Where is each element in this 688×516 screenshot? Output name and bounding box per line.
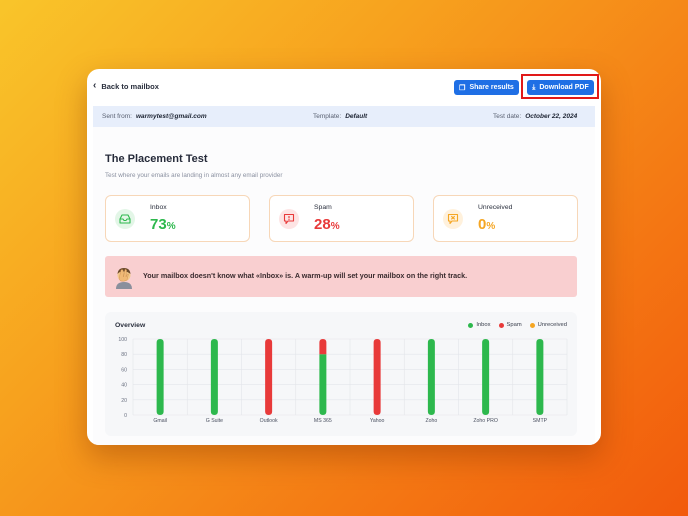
x-tick-label: Yahoo — [370, 418, 385, 424]
test-date: Test date: October 22, 2024 — [493, 113, 578, 120]
y-tick-label: 20 — [121, 398, 127, 404]
x-tick-label: Zoho — [425, 418, 437, 424]
bar-spam-ms-365 — [319, 339, 327, 355]
bar-inbox-smtp — [536, 339, 544, 415]
inbox-label: Inbox — [150, 204, 167, 211]
bar-inbox-zoho-pro — [482, 339, 490, 415]
unreceived-stat-card: Unreceived 0% — [433, 195, 578, 242]
download-icon: ⤓ — [532, 83, 536, 91]
alert-message: Your mailbox doesn't know what «Inbox» i… — [143, 271, 468, 280]
x-tick-label: Outlook — [260, 418, 278, 424]
unreceived-x-icon — [443, 209, 463, 229]
warmup-alert: Your mailbox doesn't know what «Inbox» i… — [105, 256, 577, 297]
download-label: Download PDF — [539, 84, 589, 91]
results-window: ‹ Back to mailbox ❐ Share results ⤓ Down… — [87, 69, 601, 445]
bar-spam-outlook — [265, 339, 273, 415]
share-results-button[interactable]: ❐ Share results — [454, 80, 519, 95]
main-content: The Placement Test Test where your email… — [93, 127, 595, 445]
page-subtitle: Test where your emails are landing in al… — [105, 172, 283, 179]
spam-stat-card: Spam 28% — [269, 195, 414, 242]
y-tick-label: 40 — [121, 383, 127, 389]
back-label: Back to mailbox — [101, 81, 159, 91]
x-tick-label: G Suite — [206, 418, 223, 424]
legend-inbox: Inbox — [468, 322, 491, 328]
spam-value: 28% — [314, 216, 340, 233]
sent-from-value: warmytest@gmail.com — [135, 113, 207, 120]
bar-inbox-gmail — [156, 339, 164, 415]
bar-inbox-zoho — [427, 339, 435, 415]
inbox-value: 73% — [150, 216, 176, 233]
x-tick-label: MS 365 — [314, 418, 332, 424]
inbox-tray-icon — [115, 209, 135, 229]
unreceived-label: Unreceived — [478, 204, 513, 211]
share-label: Share results — [469, 84, 514, 91]
overview-chart-svg: 0 20 40 60 80 100 Gmail G Suite Outlook MS 365 Yah… — [118, 337, 568, 424]
template: Template: Default — [313, 113, 368, 120]
bar-inbox-ms-365 — [319, 354, 327, 415]
chevron-left-icon: ‹ — [93, 80, 97, 91]
page-title: The Placement Test — [105, 153, 208, 165]
x-tick-label: Zoho PRO — [473, 418, 498, 424]
y-tick-label: 60 — [121, 367, 127, 373]
bar-spam-yahoo — [373, 339, 381, 415]
chart-legend: Inbox Spam Unreceived — [460, 322, 567, 328]
spam-label: Spam — [314, 204, 332, 211]
y-tick-label: 80 — [121, 352, 127, 358]
test-date-value: October 22, 2024 — [525, 113, 578, 120]
y-tick-label: 100 — [118, 337, 127, 343]
legend-spam: Spam — [498, 322, 522, 328]
copy-icon: ❐ — [459, 84, 466, 92]
top-bar: ‹ Back to mailbox ❐ Share results ⤓ Down… — [87, 69, 601, 105]
template-value: Default — [345, 113, 368, 120]
inbox-stat-card: Inbox 73% — [105, 195, 250, 242]
spam-alert-icon — [279, 209, 299, 229]
test-info-bar: Sent from: warmytest@gmail.com Template: D… — [93, 106, 595, 127]
download-pdf-button[interactable]: ⤓ Download PDF — [527, 80, 594, 95]
back-to-mailbox-link[interactable]: ‹ Back to mailbox — [93, 81, 159, 91]
overview-chart: 0 20 40 60 80 100 Gmail G Suite Outlook MS 365 Yah… — [105, 312, 577, 436]
y-tick-label: 0 — [124, 413, 127, 419]
bar-inbox-g-suite — [210, 339, 218, 415]
x-tick-label: SMTP — [533, 418, 548, 424]
unreceived-value: 0% — [478, 216, 496, 233]
sent-from: Sent from: warmytest@gmail.com — [102, 113, 207, 120]
x-tick-label: Gmail — [153, 418, 167, 424]
facepalm-emoji-icon — [113, 265, 135, 289]
legend-unreceived: Unreceived — [529, 322, 567, 328]
chart-title: Overview — [115, 322, 146, 329]
